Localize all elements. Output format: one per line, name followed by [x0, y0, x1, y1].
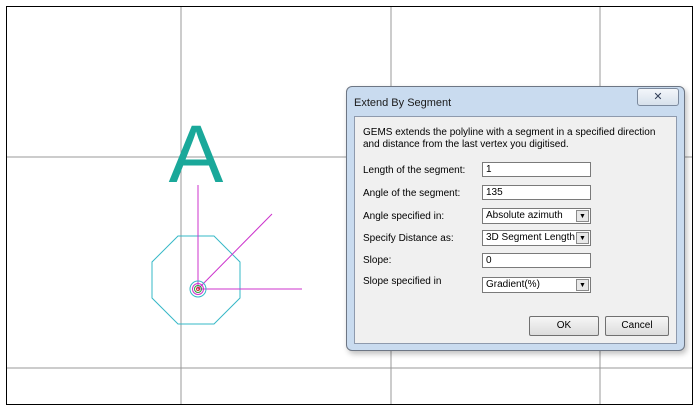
dialog-titlebar[interactable]: Extend By Segment ✕ [347, 87, 684, 116]
slope-specified-in-select[interactable]: Gradient(%) ▼ [482, 277, 591, 293]
extend-by-segment-dialog: Extend By Segment ✕ GEMS extends the pol… [346, 86, 685, 351]
dialog-title: Extend By Segment [354, 97, 452, 109]
angle-label: Angle of the segment: [363, 188, 461, 199]
dialog-body: GEMS extends the polyline with a segment… [354, 116, 677, 344]
ok-button[interactable]: OK [529, 316, 599, 336]
chevron-down-icon[interactable]: ▼ [576, 210, 589, 222]
chevron-down-icon[interactable]: ▼ [576, 232, 589, 244]
angle-specified-in-value: Absolute azimuth [486, 210, 563, 221]
specify-distance-select[interactable]: 3D Segment Length ▼ [482, 230, 591, 246]
dialog-description: GEMS extends the polyline with a segment… [363, 127, 656, 150]
chevron-down-icon[interactable]: ▼ [576, 279, 589, 291]
slope-input[interactable]: 0 [482, 253, 591, 268]
slope-label: Slope: [363, 255, 392, 266]
specify-distance-label: Specify Distance as: [363, 233, 454, 244]
slope-specified-in-label: Slope specified in [363, 276, 442, 287]
angle-input[interactable]: 135 [482, 185, 591, 200]
close-button[interactable]: ✕ [637, 88, 679, 106]
angle-specified-in-label: Angle specified in: [363, 211, 445, 222]
cancel-button[interactable]: Cancel [605, 316, 669, 336]
specify-distance-value: 3D Segment Length [486, 232, 575, 243]
slope-specified-in-value: Gradient(%) [486, 279, 540, 290]
length-input[interactable]: 1 [482, 162, 591, 177]
length-label: Length of the segment: [363, 165, 466, 176]
angle-specified-in-select[interactable]: Absolute azimuth ▼ [482, 208, 591, 224]
close-icon: ✕ [653, 91, 663, 103]
